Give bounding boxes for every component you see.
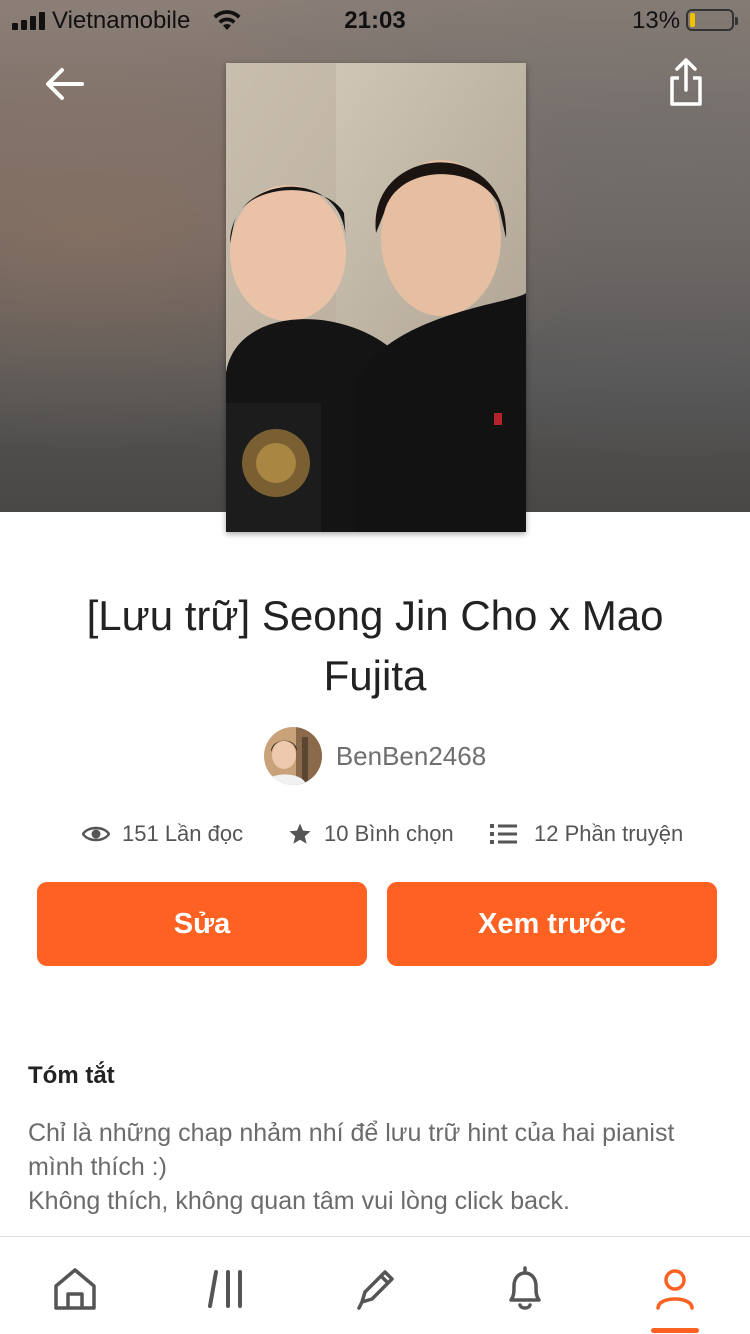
star-icon <box>289 823 311 844</box>
home-icon <box>54 1268 96 1310</box>
nav-notifications[interactable] <box>495 1259 555 1319</box>
story-title: [Lưu trữ] Seong Jin Cho x Mao Fujita <box>86 592 664 699</box>
battery-fill <box>690 13 695 27</box>
battery-percentage: 13% <box>632 7 681 34</box>
summary-text: Chỉ là những chap nhảm nhí để lưu trữ hi… <box>28 1116 728 1218</box>
votes-stat: 10 Bình chọn <box>288 816 454 852</box>
profile-icon <box>656 1269 694 1310</box>
preview-button[interactable]: Xem trước <box>387 882 717 966</box>
reads-stat: 151 Lần đọc <box>82 816 243 852</box>
write-icon <box>357 1270 394 1310</box>
battery-icon <box>686 9 738 31</box>
summary-heading: Tóm tắt <box>28 1062 115 1089</box>
votes-count: 10 Bình chọn <box>324 821 454 846</box>
nav-active-indicator <box>651 1328 699 1333</box>
share-icon <box>670 58 702 106</box>
list-icon <box>490 824 517 844</box>
story-cover-image[interactable] <box>226 63 526 532</box>
nav-library[interactable] <box>197 1259 257 1319</box>
summary-line-2: Không thích, không quan tâm vui lòng cli… <box>28 1187 570 1215</box>
story-stats: 151 Lần đọc 10 Bình chọn 12 Phần truyện <box>0 816 750 852</box>
notifications-icon <box>509 1266 541 1310</box>
avatar[interactable] <box>263 727 322 785</box>
summary-line-1: Chỉ là những chap nhảm nhí để lưu trữ hi… <box>28 1119 675 1181</box>
author-row[interactable]: BenBen2468 <box>0 726 750 786</box>
nav-write[interactable] <box>345 1259 405 1319</box>
nav-home[interactable] <box>45 1259 105 1319</box>
parts-stat: 12 Phần truyện <box>490 816 683 852</box>
reads-count: 151 Lần đọc <box>122 821 244 846</box>
nav-profile[interactable] <box>645 1259 705 1319</box>
edit-button[interactable]: Sửa <box>37 882 367 966</box>
parts-count: 12 Phần truyện <box>534 821 684 846</box>
eye-icon <box>82 826 110 842</box>
bottom-navigation <box>0 1236 750 1334</box>
back-button[interactable] <box>36 58 92 114</box>
author-name[interactable]: BenBen2468 <box>336 741 486 772</box>
share-button[interactable] <box>662 56 710 112</box>
library-icon <box>208 1270 242 1308</box>
arrow-left-icon <box>46 68 84 100</box>
status-bar: Vietnamobile 21:03 13% <box>0 0 750 40</box>
